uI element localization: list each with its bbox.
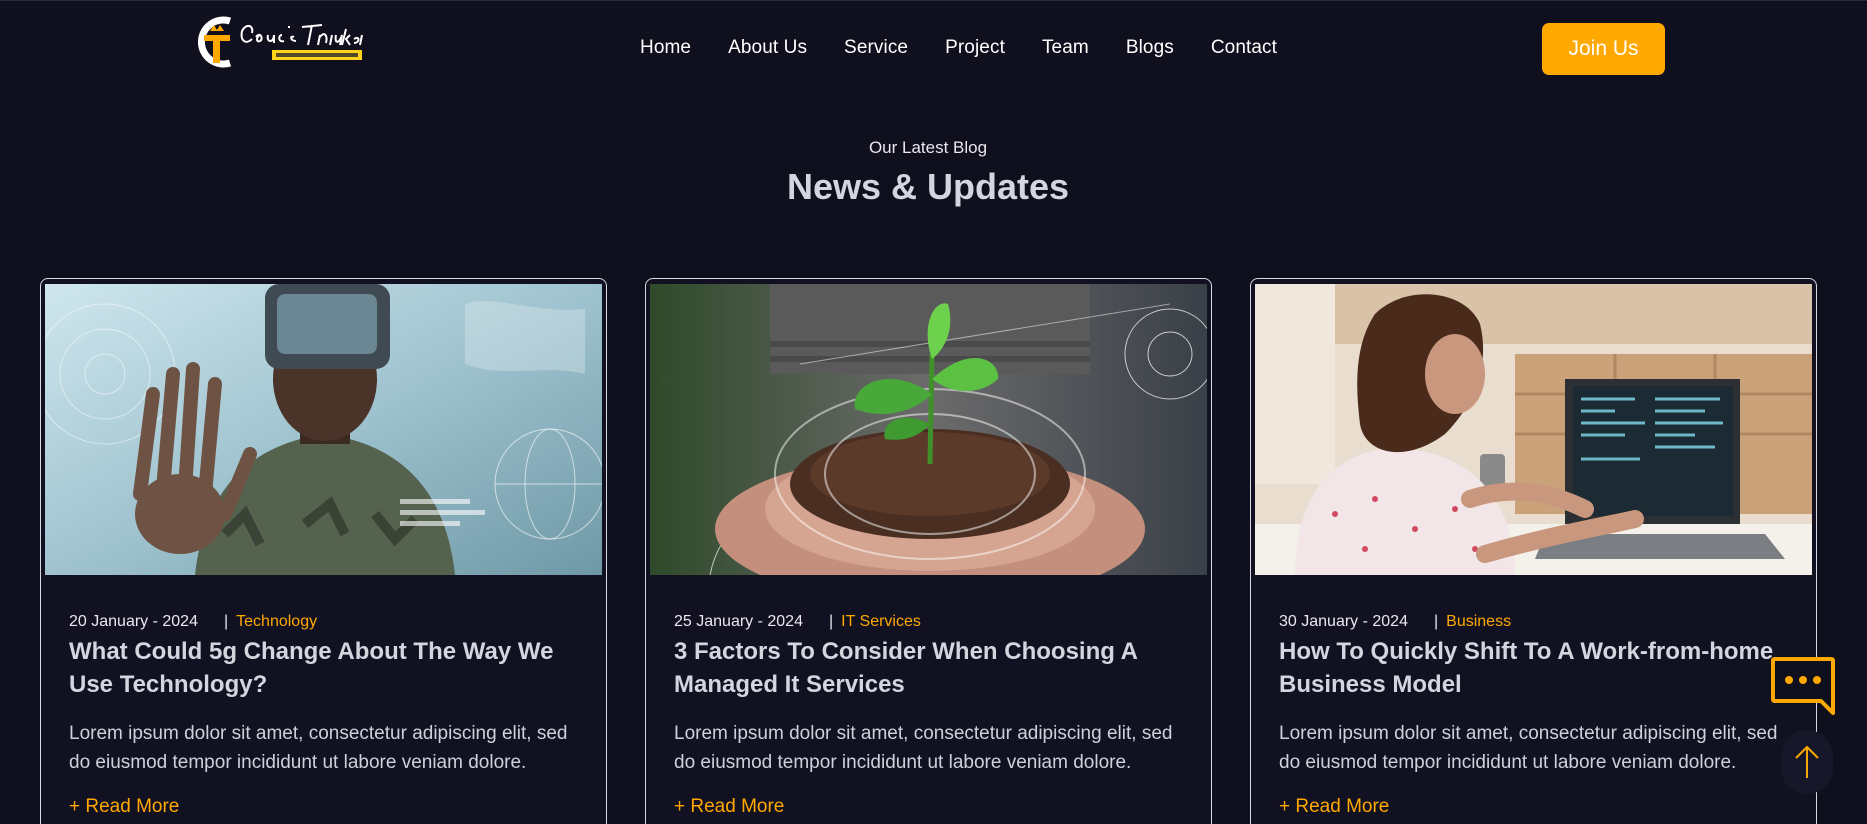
- chat-bubble-icon: [1771, 657, 1835, 715]
- main-nav: Home About Us Service Project Team Blogs…: [640, 37, 1314, 59]
- post-excerpt: Lorem ipsum dolor sit amet, consectetur …: [674, 723, 1173, 773]
- meta-separator: |: [1434, 613, 1439, 630]
- chat-widget-button[interactable]: [1769, 655, 1837, 719]
- blog-card: 30 January - 2024 | Business How To Quic…: [1250, 278, 1817, 824]
- post-date: 20 January - 2024: [69, 613, 198, 630]
- nav-item-contact[interactable]: Contact: [1211, 37, 1277, 59]
- section-title: News & Updates: [786, 166, 1070, 207]
- read-more-link[interactable]: + Read More: [674, 796, 784, 818]
- brand-logo[interactable]: [190, 13, 366, 73]
- scroll-to-top-button[interactable]: [1781, 730, 1833, 794]
- post-title[interactable]: How To Quickly Shift To A Work-from-home…: [1279, 635, 1799, 701]
- nav-item-about-us[interactable]: About Us: [728, 37, 807, 59]
- post-excerpt: Lorem ipsum dolor sit amet, consectetur …: [69, 723, 568, 773]
- blog-card-meta: 30 January - 2024 | Business: [1279, 613, 1511, 631]
- nav-item-home[interactable]: Home: [640, 37, 691, 59]
- nav-item-service[interactable]: Service: [844, 37, 908, 59]
- post-title[interactable]: 3 Factors To Consider When Choosing A Ma…: [674, 635, 1194, 701]
- nav-item-project[interactable]: Project: [945, 37, 1005, 59]
- post-category[interactable]: IT Services: [841, 613, 921, 631]
- blog-card-image[interactable]: [1255, 284, 1812, 575]
- post-title[interactable]: What Could 5g Change About The Way We Us…: [69, 635, 589, 701]
- post-excerpt: Lorem ipsum dolor sit amet, consectetur …: [1279, 723, 1778, 773]
- navbar: Home About Us Service Project Team Blogs…: [0, 0, 1867, 96]
- meta-separator: |: [224, 613, 229, 630]
- section-eyebrow: Our Latest Blog: [868, 138, 988, 157]
- post-category[interactable]: Technology: [236, 613, 317, 631]
- code-bracket-t-icon: [197, 16, 363, 68]
- post-date: 25 January - 2024: [674, 613, 803, 630]
- blog-card-meta: 20 January - 2024 | Technology: [69, 613, 317, 631]
- blog-card-image[interactable]: [45, 284, 602, 575]
- read-more-link[interactable]: + Read More: [69, 796, 179, 818]
- blog-card-meta: 25 January - 2024 | IT Services: [674, 613, 921, 631]
- arrow-up-icon: [1795, 745, 1819, 778]
- blog-card: 20 January - 2024 | Technology What Coul…: [40, 278, 607, 824]
- post-category[interactable]: Business: [1446, 613, 1511, 631]
- meta-separator: |: [829, 613, 834, 630]
- blog-card: 25 January - 2024 | IT Services 3 Factor…: [645, 278, 1212, 824]
- post-date: 30 January - 2024: [1279, 613, 1408, 630]
- nav-item-blogs[interactable]: Blogs: [1126, 37, 1174, 59]
- section-header: Our Latest Blog News & Updates: [0, 138, 1856, 208]
- join-us-button[interactable]: Join Us: [1542, 23, 1665, 75]
- nav-item-team[interactable]: Team: [1042, 37, 1089, 59]
- hands-holding-seedling-soil-photo: [650, 284, 1207, 575]
- read-more-link[interactable]: + Read More: [1279, 796, 1389, 818]
- woman-coding-on-laptop-photo: [1255, 284, 1812, 575]
- blog-card-image[interactable]: [650, 284, 1207, 575]
- soldier-vr-headset-hologram-photo: [45, 284, 602, 575]
